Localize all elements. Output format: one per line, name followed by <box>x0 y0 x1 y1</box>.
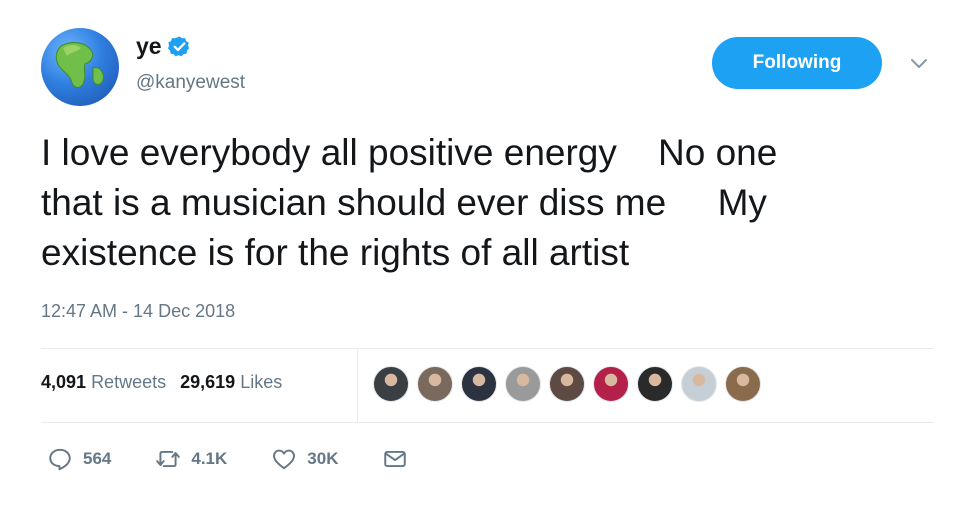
liker-avatars <box>373 366 761 402</box>
likes-count: 29,619 <box>180 372 236 392</box>
retweets-stat[interactable]: 4,091 Retweets <box>41 372 166 393</box>
heart-icon <box>273 449 296 470</box>
retweets-count: 4,091 <box>41 372 87 392</box>
tweet-text-line: I love everybody all positive energy No … <box>41 132 778 173</box>
retweets-label: Retweets <box>91 372 167 392</box>
following-button[interactable]: Following <box>712 37 882 89</box>
liker-avatar[interactable] <box>681 366 717 402</box>
retweet-button[interactable]: 4.1K <box>155 446 227 472</box>
retweet-icon <box>156 450 181 468</box>
reply-button[interactable]: 564 <box>47 446 111 472</box>
reply-icon <box>49 448 71 471</box>
likes-label: Likes <box>240 372 283 392</box>
like-count: 30K <box>307 449 339 468</box>
divider <box>357 349 358 422</box>
envelope-icon <box>384 450 407 468</box>
liker-avatar[interactable] <box>461 366 497 402</box>
liker-avatar[interactable] <box>505 366 541 402</box>
divider <box>41 422 934 423</box>
tweet-actions: 564 4.1K 30K <box>47 446 452 472</box>
tweet-text: I love everybody all positive energy No … <box>41 128 936 278</box>
tweet-text-line: that is a musician should ever diss me M… <box>41 182 767 223</box>
reply-count: 564 <box>83 449 112 468</box>
liker-avatar[interactable] <box>373 366 409 402</box>
liker-avatar[interactable] <box>725 366 761 402</box>
direct-message-button[interactable] <box>382 446 408 472</box>
globe-icon <box>55 42 104 88</box>
likes-stat[interactable]: 29,619 Likes <box>180 372 282 393</box>
tweet-timestamp[interactable]: 12:47 AM - 14 Dec 2018 <box>41 301 235 322</box>
verified-badge-icon <box>167 36 189 57</box>
divider <box>41 348 934 349</box>
avatar[interactable] <box>41 28 119 106</box>
liker-avatar[interactable] <box>637 366 673 402</box>
liker-avatar[interactable] <box>593 366 629 402</box>
liker-avatar[interactable] <box>417 366 453 402</box>
retweet-count: 4.1K <box>191 449 228 468</box>
user-handle[interactable]: @kanyewest <box>136 72 245 94</box>
liker-avatar[interactable] <box>549 366 585 402</box>
user-name-row[interactable]: ye <box>136 33 191 60</box>
tweet-text-line: existence is for the rights of all artis… <box>41 232 630 273</box>
display-name[interactable]: ye <box>136 33 162 60</box>
like-button[interactable]: 30K <box>271 446 338 472</box>
chevron-down-icon[interactable] <box>908 55 930 71</box>
tweet-stats: 4,091 Retweets 29,619 Likes <box>41 372 282 393</box>
